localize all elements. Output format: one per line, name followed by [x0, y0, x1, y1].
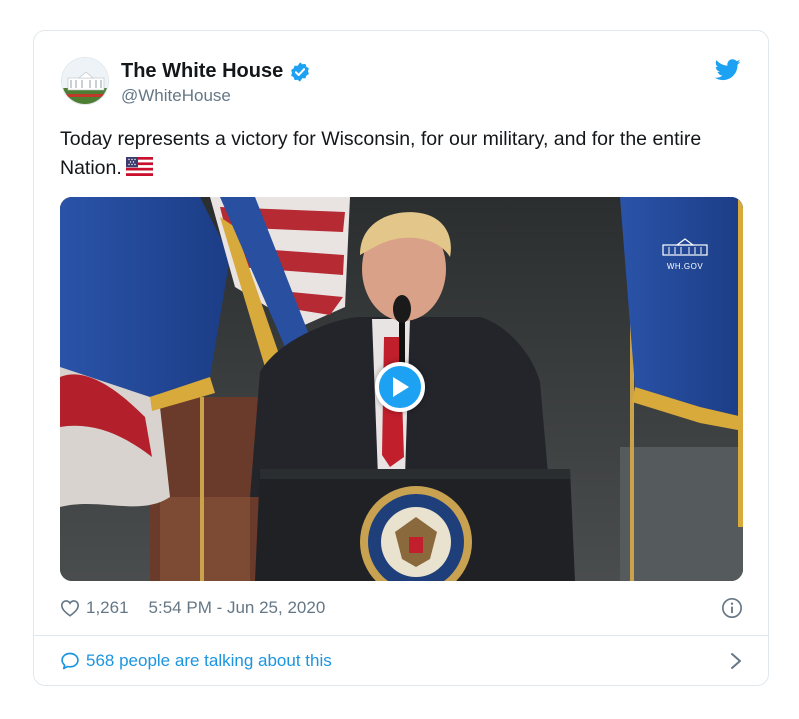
- video-player[interactable]: WH.GOV: [60, 197, 743, 581]
- us-flag-emoji-icon: [125, 157, 153, 176]
- tweet-text-content: Today represents a victory for Wisconsin…: [60, 128, 702, 179]
- info-icon[interactable]: [721, 597, 743, 619]
- tweet-text: Today represents a victory for Wisconsin…: [60, 125, 750, 183]
- heart-icon[interactable]: [60, 599, 80, 617]
- conversation-text: 568 people are talking about this: [86, 651, 332, 670]
- author-block: The White House @WhiteHouse: [121, 60, 311, 106]
- play-button[interactable]: [375, 362, 425, 412]
- twitter-bird-icon[interactable]: [715, 59, 741, 81]
- wh-gov-watermark: WH.GOV: [657, 237, 713, 273]
- verified-badge-icon: [291, 61, 310, 82]
- play-icon: [393, 377, 409, 397]
- conversation-link[interactable]: 568 people are talking about this: [60, 650, 743, 672]
- embedded-tweet-card[interactable]: The White House @WhiteHouse Today repres…: [33, 30, 769, 686]
- author-handle[interactable]: @WhiteHouse: [121, 86, 311, 106]
- watermark-text: WH.GOV: [666, 262, 704, 271]
- tweet-meta-row: 1,261 5:54 PM - Jun 25, 2020: [60, 597, 743, 619]
- author-name[interactable]: The White House: [121, 60, 283, 83]
- white-house-avatar-image: [62, 58, 108, 104]
- author-avatar[interactable]: [61, 57, 109, 105]
- divider: [34, 635, 768, 636]
- like-count[interactable]: 1,261: [86, 598, 129, 618]
- tweet-timestamp[interactable]: 5:54 PM - Jun 25, 2020: [149, 598, 326, 618]
- chevron-right-icon[interactable]: [729, 652, 743, 670]
- white-house-logo-icon: [662, 238, 708, 256]
- speech-bubble-icon: [61, 652, 79, 670]
